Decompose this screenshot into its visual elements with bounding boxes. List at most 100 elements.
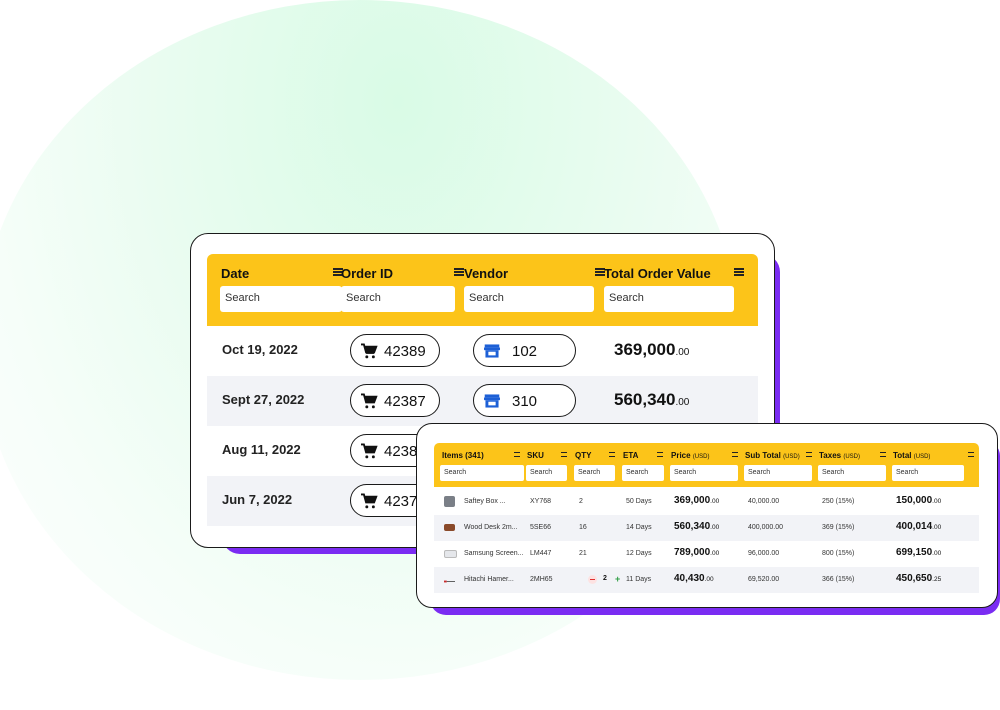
- item-subtotal: 96,000.00: [748, 550, 780, 557]
- vendor-pill[interactable]: 102: [473, 334, 576, 367]
- store-icon: [484, 394, 500, 408]
- order-id-pill[interactable]: 42387: [350, 384, 440, 417]
- orders-col-order-id: Order ID Search: [337, 254, 464, 326]
- column-menu-icon[interactable]: [880, 452, 886, 457]
- order-id-value: 4238: [384, 443, 418, 460]
- items-search-input[interactable]: Search: [440, 465, 524, 481]
- item-sku: 2MH65: [530, 576, 553, 583]
- cart-icon: [361, 493, 378, 509]
- cart-icon: [361, 393, 378, 409]
- column-menu-icon[interactable]: [657, 452, 663, 457]
- item-sku: XY768: [530, 498, 552, 505]
- orders-table-header: Date Search Order ID Search Vendor Searc…: [207, 254, 758, 326]
- items-col-eta: ETA Search: [618, 443, 666, 487]
- table-row[interactable]: Wood Desk 2m... 5SE66 16 14 Days 560,340…: [434, 515, 979, 541]
- item-thumbnail-icon: [444, 524, 455, 531]
- items-col-price: Price (USD) Search: [666, 443, 740, 487]
- orders-col-vendor: Vendor Search: [460, 254, 605, 326]
- column-label: SKU: [527, 451, 544, 460]
- column-label: ETA: [623, 451, 639, 460]
- sku-search-input[interactable]: Search: [526, 465, 567, 481]
- table-row[interactable]: Oct 19, 2022 42389 102 369,000.00: [207, 326, 758, 376]
- item-price: 369,000.00: [674, 495, 720, 506]
- cart-icon: [361, 443, 378, 459]
- vendor-value: 310: [512, 393, 538, 410]
- item-sku: LM447: [530, 550, 552, 557]
- item-qty: 2: [579, 498, 583, 505]
- item-taxes: 369 (15%): [822, 524, 855, 531]
- column-label: Total (USD): [893, 451, 931, 460]
- column-label: Taxes (USD): [819, 451, 860, 460]
- order-date: Sept 27, 2022: [222, 392, 305, 407]
- vendor-pill[interactable]: 310: [473, 384, 576, 417]
- item-name: Hitachi Hamer...: [464, 576, 514, 583]
- item-eta: 50 Days: [626, 498, 652, 505]
- table-row[interactable]: Hitachi Hamer... 2MH65 2 + 11 Days 40,43…: [434, 567, 979, 593]
- items-col-subtotal: Sub Total (USD) Search: [740, 443, 814, 487]
- item-price: 40,430.00: [674, 573, 714, 584]
- item-taxes: 800 (15%): [822, 550, 855, 557]
- column-label: QTY: [575, 451, 592, 460]
- item-thumbnail-icon: [444, 496, 455, 507]
- orders-col-total: Total Order Value Search: [600, 254, 758, 326]
- item-eta: 12 Days: [626, 550, 652, 557]
- column-menu-icon[interactable]: [609, 452, 615, 457]
- items-col-sku: SKU Search: [522, 443, 570, 487]
- column-label: Price (USD): [671, 451, 710, 460]
- column-label: Total Order Value: [604, 266, 711, 281]
- date-search-input[interactable]: Search: [220, 286, 342, 312]
- column-label: Items (341): [442, 451, 484, 460]
- vendor-value: 102: [512, 343, 538, 360]
- table-row[interactable]: Samsung Screen... LM447 21 12 Days 789,0…: [434, 541, 979, 567]
- total-search-input[interactable]: Search: [892, 465, 964, 481]
- vendor-search-input[interactable]: Search: [464, 286, 594, 312]
- column-menu-icon[interactable]: [732, 452, 738, 457]
- table-row[interactable]: Sept 27, 2022 42387 310 560,340.00: [207, 376, 758, 426]
- items-col-qty: QTY Search: [570, 443, 618, 487]
- qty-search-input[interactable]: Search: [574, 465, 615, 481]
- order-date: Jun 7, 2022: [222, 492, 293, 507]
- column-menu-icon[interactable]: [734, 268, 744, 276]
- item-eta: 11 Days: [626, 576, 652, 583]
- cart-icon: [361, 343, 378, 359]
- item-eta: 14 Days: [626, 524, 652, 531]
- order-id-pill[interactable]: 42389: [350, 334, 440, 367]
- item-subtotal: 69,520.00: [748, 576, 780, 583]
- item-sku: 5SE66: [530, 524, 552, 531]
- column-label: Vendor: [464, 266, 509, 281]
- subtotal-search-input[interactable]: Search: [744, 465, 812, 481]
- items-col-total: Total (USD) Search: [888, 443, 979, 487]
- item-price: 560,340.00: [674, 521, 720, 532]
- column-menu-icon[interactable]: [806, 452, 812, 457]
- minus-icon[interactable]: [588, 575, 597, 584]
- order-total-value: 369,000.00: [614, 340, 690, 359]
- item-total: 400,014.00: [896, 521, 942, 532]
- item-thumbnail-icon: [444, 550, 457, 558]
- order-id-value: 42389: [384, 343, 426, 360]
- items-table-header: Items (341) Search SKU Search QTY Search…: [434, 443, 979, 487]
- price-search-input[interactable]: Search: [670, 465, 738, 481]
- column-label: Order ID: [341, 266, 394, 281]
- items-col-items: Items (341) Search: [434, 443, 524, 487]
- items-card: Items (341) Search SKU Search QTY Search…: [416, 423, 998, 608]
- eta-search-input[interactable]: Search: [622, 465, 664, 481]
- order-total-value: 560,340.00: [614, 390, 690, 409]
- column-label: Date: [221, 266, 250, 281]
- item-name: Samsung Screen...: [464, 550, 524, 557]
- item-subtotal: 40,000.00: [748, 498, 780, 505]
- store-icon: [484, 344, 500, 358]
- order-date: Aug 11, 2022: [222, 442, 301, 457]
- item-total: 699,150.00: [896, 547, 942, 558]
- column-menu-icon[interactable]: [968, 452, 974, 457]
- order-id-search-input[interactable]: Search: [341, 286, 455, 312]
- item-taxes: 366 (15%): [822, 576, 855, 583]
- plus-icon[interactable]: +: [615, 574, 620, 584]
- table-row[interactable]: Saftey Box ... XY768 2 50 Days 369,000.0…: [434, 489, 979, 515]
- item-taxes: 250 (15%): [822, 498, 855, 505]
- taxes-search-input[interactable]: Search: [818, 465, 886, 481]
- column-menu-icon[interactable]: [514, 452, 520, 457]
- item-qty: 16: [579, 524, 587, 531]
- total-search-input[interactable]: Search: [604, 286, 734, 312]
- column-menu-icon[interactable]: [561, 452, 567, 457]
- column-label: Sub Total (USD): [745, 451, 800, 460]
